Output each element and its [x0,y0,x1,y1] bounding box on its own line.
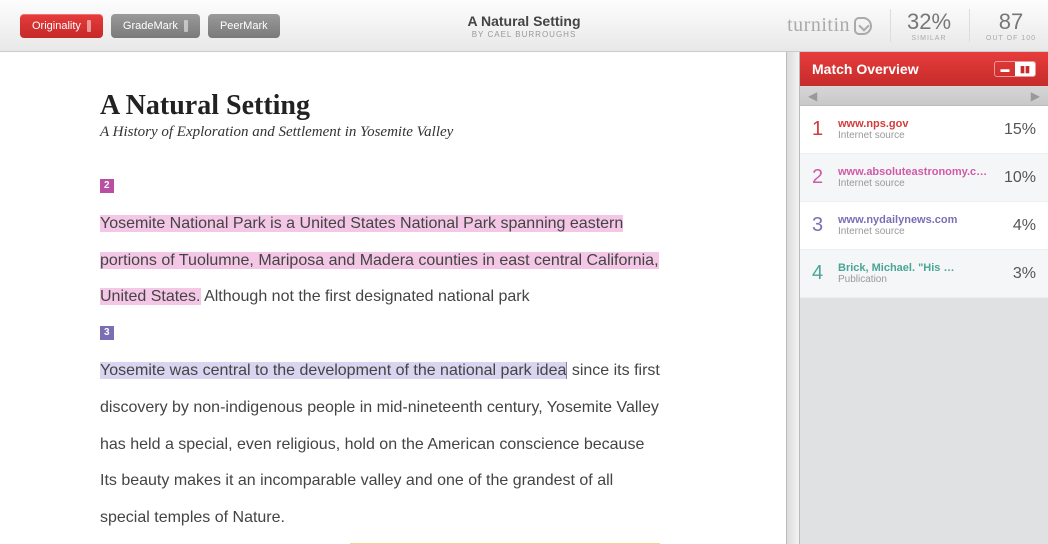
tab-indicator-icon [184,20,188,32]
match-item[interactable]: 3 www.nydailynews.com Internet source 4% [800,202,1048,250]
match-number: 3 [812,214,834,237]
tab-label: Originality [32,20,81,32]
nav-next-icon[interactable]: ▶ [1031,89,1040,103]
match-marker-2[interactable]: 2 [100,179,114,193]
header-metrics: turnitin 32% SIMILAR 87 OUT OF 100 [787,9,1036,42]
body-text-wrap: While Yosemite holds a special grip on t… [100,537,330,544]
match-nav: ◀ ▶ [800,86,1048,106]
page-title: A Natural Setting [100,90,726,122]
similarity-metric[interactable]: 32% SIMILAR [890,9,951,42]
similarity-label: SIMILAR [907,35,951,42]
match-item[interactable]: 4 Brick, Michael. "His … Publication 3% [800,250,1048,298]
match-marker-3[interactable]: 3 [100,326,114,340]
brand-icon [854,17,872,35]
grade-label: OUT OF 100 [986,35,1036,42]
text-image-wrap: While Yosemite holds a special grip on t… [100,537,660,544]
similarity-percent: 32% [907,9,951,35]
tab-originality[interactable]: Originality [20,14,103,38]
toggle-list-icon: ▬ [995,62,1015,76]
view-toggle[interactable]: ▬ ▮▮ [994,61,1036,77]
match-overview-title: Match Overview [812,61,919,77]
match-source: www.nps.gov [838,118,988,130]
match-source: www.absoluteastronomy.com [838,166,988,178]
document-pane[interactable]: A Natural Setting A History of Explorati… [0,52,786,544]
body-text: Although not the first designated nation… [201,288,530,305]
match-overview-header: Match Overview ▬ ▮▮ [800,52,1048,86]
tab-label: GradeMark [123,20,178,32]
match-percent: 10% [1004,169,1036,187]
document-author: BY CAEL BURROUGHS [467,30,580,39]
tab-indicator-icon [87,20,91,32]
document-title-block: A Natural Setting BY CAEL BURROUGHS [467,13,580,39]
highlight-match-3[interactable]: Yosemite was central to the development … [100,362,567,379]
main-area: A Natural Setting A History of Explorati… [0,52,1048,544]
match-number: 2 [812,166,834,189]
match-type: Publication [838,274,1013,285]
match-type: Internet source [838,178,1004,189]
tab-peermark[interactable]: PeerMark [208,14,280,38]
match-item[interactable]: 1 www.nps.gov Internet source 15% [800,106,1048,154]
match-sidebar: Match Overview ▬ ▮▮ ◀ ▶ 1 www.nps.gov In… [800,52,1048,544]
mode-tabs: Originality GradeMark PeerMark [20,14,282,38]
nav-prev-icon[interactable]: ◀ [808,89,817,103]
match-source: www.nydailynews.com [838,214,988,226]
match-type: Internet source [838,130,1004,141]
document-title: A Natural Setting [467,13,580,29]
match-source: Brick, Michael. "His … [838,262,988,274]
match-number: 1 [812,118,834,141]
tab-label: PeerMark [220,20,268,32]
tab-grademark[interactable]: GradeMark [111,14,200,38]
page-subtitle: A History of Exploration and Settlement … [100,124,726,141]
grade-metric[interactable]: 87 OUT OF 100 [969,9,1036,42]
match-percent: 3% [1013,265,1036,283]
match-item[interactable]: 2 www.absoluteastronomy.com Internet sou… [800,154,1048,202]
pane-gutter[interactable] [786,52,800,544]
match-percent: 4% [1013,217,1036,235]
app-header: Originality GradeMark PeerMark A Natural… [0,0,1048,52]
brand-logo: turnitin [787,14,872,37]
match-number: 4 [812,262,834,285]
document-body: 2 Yosemite National Park is a United Sta… [100,169,660,544]
grade-score: 87 [986,9,1036,35]
body-text: since its first discovery by non-indigen… [100,362,660,526]
match-percent: 15% [1004,121,1036,139]
toggle-bars-icon: ▮▮ [1015,62,1035,76]
match-type: Internet source [838,226,1013,237]
match-list: 1 www.nps.gov Internet source 15% 2 www.… [800,106,1048,298]
brand-text: turnitin [787,14,850,37]
